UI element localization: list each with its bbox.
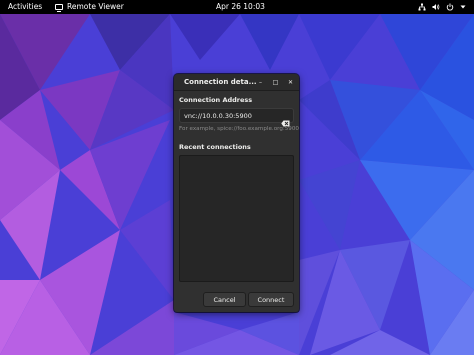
recent-connections-label: Recent connections: [179, 143, 251, 151]
dialog-title: Connection deta...: [184, 78, 257, 86]
clock[interactable]: Apr 26 10:03: [216, 0, 265, 14]
activities-button[interactable]: Activities: [8, 0, 42, 14]
recent-connections-list[interactable]: [179, 155, 294, 282]
chevron-down-icon: [460, 4, 466, 10]
app-menu[interactable]: Remote Viewer: [55, 0, 124, 14]
maximize-icon: □: [272, 79, 279, 86]
cancel-button[interactable]: Cancel: [203, 292, 246, 307]
minimize-icon: –: [259, 79, 262, 86]
power-icon: [446, 3, 454, 11]
connection-address-field[interactable]: [179, 108, 294, 127]
dialog-footer: Cancel Connect: [174, 288, 299, 312]
app-name: Remote Viewer: [67, 2, 124, 11]
system-status-menu[interactable]: [418, 0, 466, 14]
volume-icon: [432, 3, 440, 11]
top-bar: Activities Remote Viewer Apr 26 10:03: [0, 0, 474, 14]
dialog-titlebar[interactable]: Connection deta... – □ ✕: [174, 74, 299, 91]
remote-viewer-icon: [55, 4, 63, 12]
backspace-clear-icon[interactable]: [281, 112, 290, 127]
connect-button[interactable]: Connect: [248, 292, 294, 307]
close-button[interactable]: ✕: [285, 77, 296, 88]
connection-details-dialog: Connection deta... – □ ✕ Connection Addr…: [174, 74, 299, 312]
minimize-button[interactable]: –: [255, 77, 266, 88]
maximize-button[interactable]: □: [270, 77, 281, 88]
close-icon: ✕: [287, 79, 294, 86]
network-icon: [418, 3, 426, 11]
address-hint: For example, spice://foo.example.org:590…: [179, 126, 299, 132]
connection-address-label: Connection Address: [179, 96, 253, 104]
connection-address-input[interactable]: [184, 109, 276, 122]
